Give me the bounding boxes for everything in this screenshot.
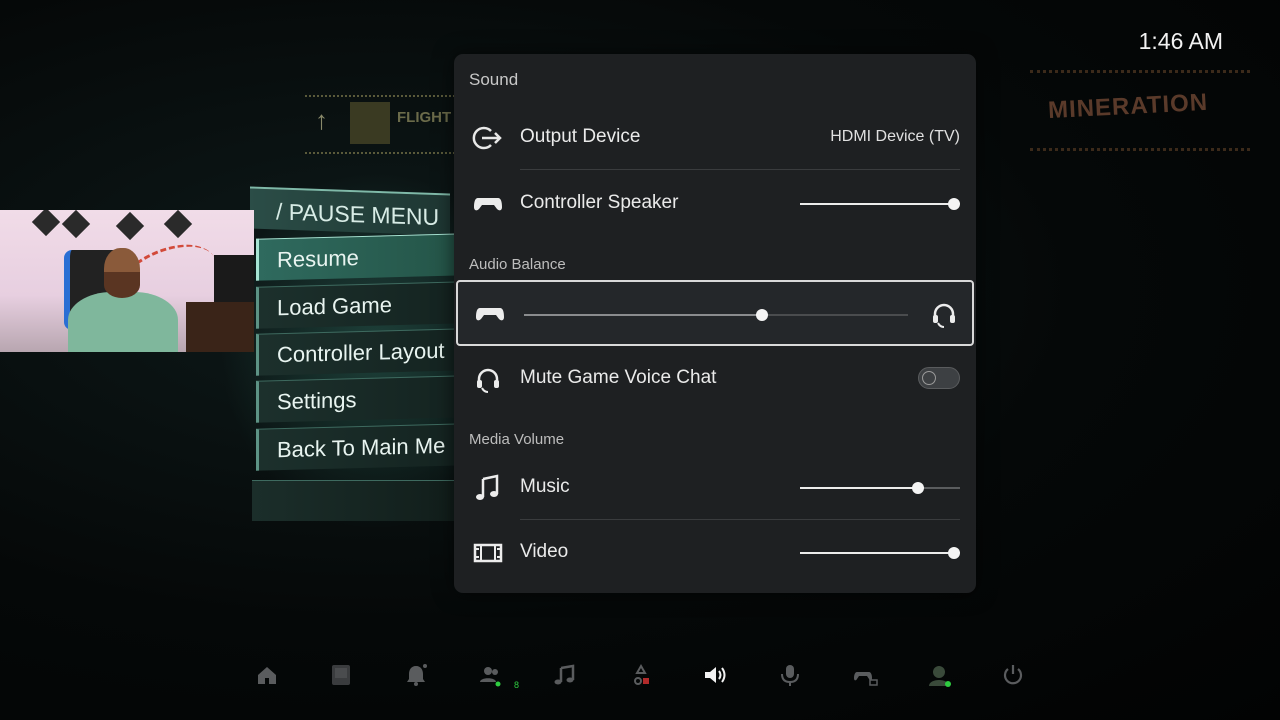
desk (186, 302, 254, 352)
wall-decor (61, 210, 91, 239)
up-arrow-icon: ↑ (315, 105, 328, 135)
person-body (68, 292, 178, 352)
wall-decor (115, 211, 145, 241)
flight-sign-text: FLIGHT (397, 109, 452, 126)
home-icon[interactable] (254, 662, 280, 688)
sound-panel-title: Sound (469, 70, 519, 89)
pause-menu-title: / PAUSE MENU (250, 186, 450, 236)
output-device-row[interactable]: Output Device HDMI Device (TV) (454, 106, 976, 170)
pause-menu-item-resume[interactable]: Resume (256, 233, 466, 281)
music-volume-row: Music (454, 456, 976, 520)
sign-emblem (350, 102, 390, 144)
pause-menu-item-controller-layout[interactable]: Controller Layout (256, 328, 466, 376)
output-icon (472, 122, 504, 154)
pause-menu-item-settings[interactable]: Settings (256, 375, 466, 423)
wall-decor (163, 210, 193, 239)
webcam-overlay (0, 210, 254, 352)
audio-balance-section-title: Audio Balance (469, 256, 566, 273)
mute-game-voice-chat-toggle[interactable] (918, 367, 960, 389)
control-center-bar: 8 (0, 650, 1280, 700)
pause-menu-item-load-game[interactable]: Load Game (256, 281, 466, 329)
game-base-icon[interactable] (628, 662, 654, 688)
friends-online-count: 8 (514, 680, 520, 690)
wall-decor (31, 210, 61, 237)
audio-balance-row[interactable] (456, 280, 974, 346)
power-icon[interactable] (1000, 662, 1026, 688)
sound-panel: Sound Output Device HDMI Device (TV) Con… (454, 54, 976, 593)
sound-icon[interactable] (702, 662, 728, 688)
audio-balance-slider-knob[interactable] (756, 309, 769, 321)
music-volume-slider-knob[interactable] (912, 482, 925, 494)
music-icon[interactable] (552, 662, 578, 688)
background-flight-sign: ↑ FLIGHT (305, 95, 455, 154)
music-label: Music (520, 476, 570, 497)
mute-game-voice-chat-label: Mute Game Voice Chat (520, 367, 717, 388)
friends-icon[interactable]: 8 (478, 662, 519, 690)
output-device-label: Output Device (520, 126, 641, 147)
accessories-icon[interactable] (852, 662, 878, 688)
toggle-knob (922, 371, 936, 385)
output-device-value: HDMI Device (TV) (830, 128, 960, 145)
video-label: Video (520, 541, 569, 562)
notifications-icon[interactable] (403, 662, 429, 688)
mic-icon[interactable] (777, 662, 803, 688)
gamepad-icon (474, 298, 506, 330)
media-volume-section-title: Media Volume (469, 431, 565, 448)
music-volume-slider[interactable] (800, 482, 960, 494)
pause-menu-item-back-to-main[interactable]: Back To Main Me (256, 423, 466, 471)
headset-icon (928, 298, 960, 330)
video-volume-slider-knob[interactable] (948, 547, 960, 559)
video-volume-slider[interactable] (800, 547, 960, 559)
music-note-icon (472, 472, 504, 504)
controller-speaker-slider-fill (800, 203, 954, 205)
mineration-sign-text: MINERATION (1047, 88, 1209, 125)
film-icon (472, 537, 504, 569)
audio-balance-slider-fill (524, 314, 763, 316)
gamepad-icon (472, 188, 504, 220)
background-mineration-sign: MINERATION (1030, 70, 1250, 151)
game-icon[interactable] (328, 662, 354, 688)
controller-speaker-row: Controller Speaker (454, 172, 976, 236)
system-clock: 1:46 AM (1138, 28, 1223, 54)
person-beard (104, 272, 140, 298)
music-volume-slider-fill (800, 487, 919, 489)
controller-speaker-slider-knob[interactable] (948, 198, 960, 210)
divider (520, 169, 960, 170)
pause-menu-footer (252, 480, 466, 521)
profile-icon[interactable] (926, 662, 952, 688)
video-volume-row: Video (454, 521, 976, 585)
controller-speaker-label: Controller Speaker (520, 192, 679, 213)
mute-game-voice-chat-row[interactable]: Mute Game Voice Chat (454, 347, 976, 411)
audio-balance-slider[interactable] (524, 309, 908, 321)
controller-speaker-slider[interactable] (800, 198, 960, 210)
headset-icon (472, 363, 504, 395)
video-volume-slider-fill (800, 552, 954, 554)
divider (520, 519, 960, 520)
